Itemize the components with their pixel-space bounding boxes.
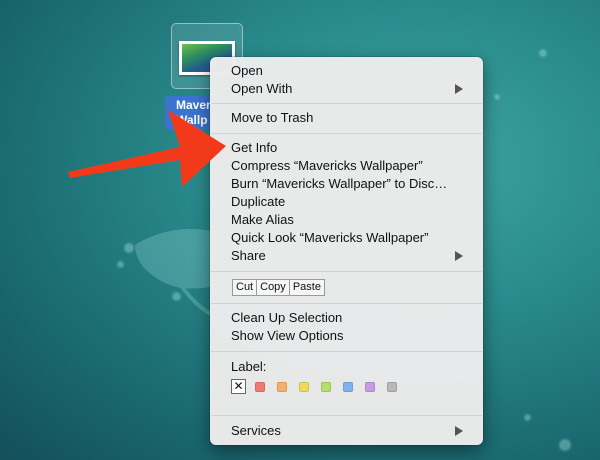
menu-separator [211,415,482,416]
menu-separator [211,351,482,352]
label-swatches: ✕ [231,379,409,394]
menu-item-burn[interactable]: Burn “Mavericks Wallpaper” to Disc… [231,175,447,193]
menu-item-make-alias[interactable]: Make Alias [231,211,294,229]
menu-item-label: Share [231,248,266,263]
chevron-right-icon [455,84,463,94]
label-swatch-yellow[interactable] [299,381,309,392]
label-swatch-orange[interactable] [277,381,287,392]
context-menu: Open Open With Move to Trash Get Info Co… [210,57,483,445]
menu-item-move-to-trash[interactable]: Move to Trash [231,109,313,127]
paste-button[interactable]: Paste [290,280,324,295]
decorative-bubble [525,415,530,420]
menu-item-open[interactable]: Open [231,62,263,80]
menu-item-label: Open With [231,81,293,96]
menu-item-get-info[interactable]: Get Info [231,139,277,157]
menu-separator [211,103,482,104]
cut-copy-paste-bar: Cut Copy Paste [232,279,325,296]
label-none-button[interactable]: ✕ [231,379,246,394]
menu-item-show-view-options[interactable]: Show View Options [231,327,344,345]
chevron-right-icon [455,426,463,436]
decorative-bubble [540,50,546,56]
label-swatch-purple[interactable] [365,381,375,392]
menu-item-label: Services [231,423,281,438]
menu-item-clean-up-selection[interactable]: Clean Up Selection [231,309,342,327]
menu-item-open-with[interactable]: Open With [231,80,463,98]
menu-item-compress[interactable]: Compress “Mavericks Wallpaper” [231,157,423,175]
label-heading: Label: [231,359,267,374]
menu-separator [211,271,482,272]
chevron-right-icon [455,251,463,261]
menu-separator [211,133,482,134]
decorative-bubble [495,95,499,99]
menu-item-quick-look[interactable]: Quick Look “Mavericks Wallpaper” [231,229,428,247]
label-swatch-gray[interactable] [387,381,397,392]
menu-item-services[interactable]: Services [231,422,463,440]
menu-item-duplicate[interactable]: Duplicate [231,193,285,211]
menu-item-share[interactable]: Share [231,247,463,265]
decorative-bubble [560,440,570,450]
menu-separator [211,303,482,304]
label-swatch-blue[interactable] [343,381,353,392]
label-swatch-red[interactable] [255,381,265,392]
copy-button[interactable]: Copy [257,280,290,295]
label-swatch-green[interactable] [321,381,331,392]
cut-button[interactable]: Cut [233,280,258,295]
